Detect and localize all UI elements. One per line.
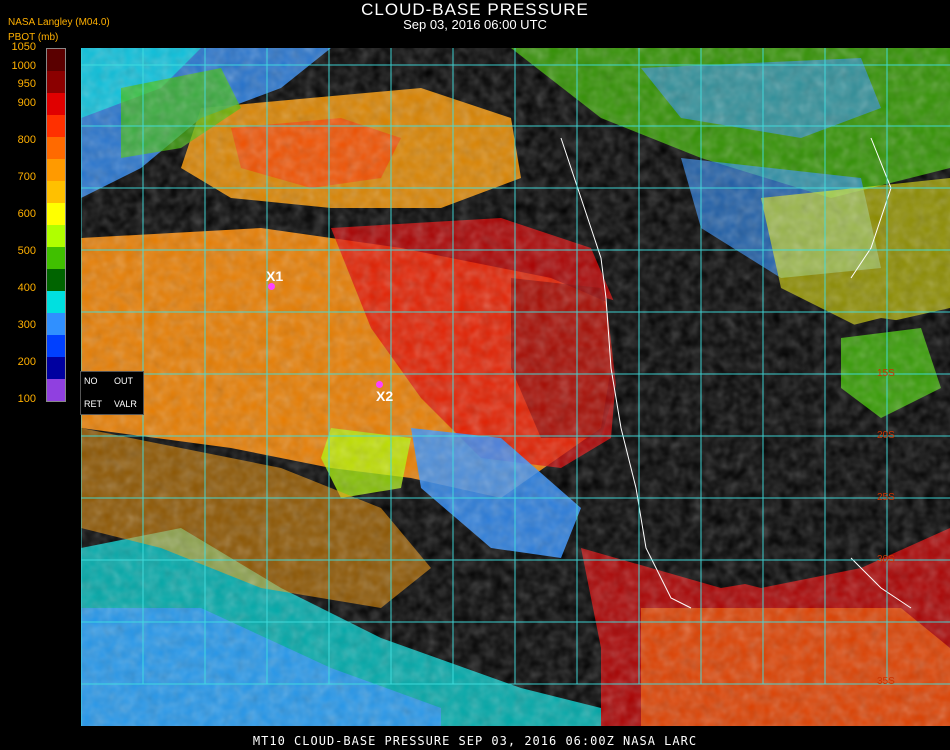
marker-x1-label: X1 [266,268,284,284]
legend-tick-label: 300 [17,318,36,331]
footer-caption: MT10 CLOUD-BASE PRESSURE SEP 03, 2016 06… [252,734,698,748]
legend-tick-label: 100 [17,393,36,405]
legend-band [47,115,65,137]
legend-band [47,159,65,181]
legend-band [47,247,65,269]
legend-tick-label: 600 [17,207,36,220]
legend-band [47,379,65,401]
lat-label-25s: 25S [877,492,895,503]
legend-band [47,291,65,313]
no-retrieval-key: NO OUT RET VALR [80,371,144,415]
out-label: OUT [114,376,133,386]
satellite-map[interactable] [81,48,950,726]
lat-label-30s: 30S [877,554,895,565]
legend-tick-label: 1050 [11,41,36,53]
legend-band [47,93,65,115]
legend-tick-label: 500 [17,244,36,257]
color-legend [46,48,66,402]
ret-label: RET [84,399,102,409]
legend-band [47,269,65,291]
valr-label: VALR [114,399,137,409]
marker-x1-dot[interactable] [268,283,275,290]
no-label: NO [84,376,98,386]
legend-band [47,181,65,203]
legend-band [47,137,65,159]
legend-tick-label: 800 [17,133,36,146]
marker-x2-dot[interactable] [376,381,383,388]
legend-tick-label: 900 [17,96,36,109]
source-label: NASA Langley (M04.0) [8,17,110,28]
legend-band [47,313,65,335]
legend-tick-label: 400 [17,281,36,294]
lat-label-15s: 15S [877,368,895,379]
legend-tick-label: 1000 [11,59,36,72]
marker-x2-label: X2 [376,388,394,404]
legend-tick-label: 200 [17,355,36,368]
lat-label-35s: 35S [877,676,895,687]
legend-band [47,203,65,225]
legend-band [47,357,65,379]
lat-label-20s: 20S [877,430,895,441]
legend-band [47,335,65,357]
legend-tick-label: 950 [17,78,36,91]
legend-band [47,71,65,93]
legend-tick-label: 700 [17,170,36,183]
legend-band [47,225,65,247]
map-svg [81,48,950,726]
legend-band [47,49,65,71]
chart-subtitle: Sep 03, 2016 06:00 UTC [403,17,547,32]
